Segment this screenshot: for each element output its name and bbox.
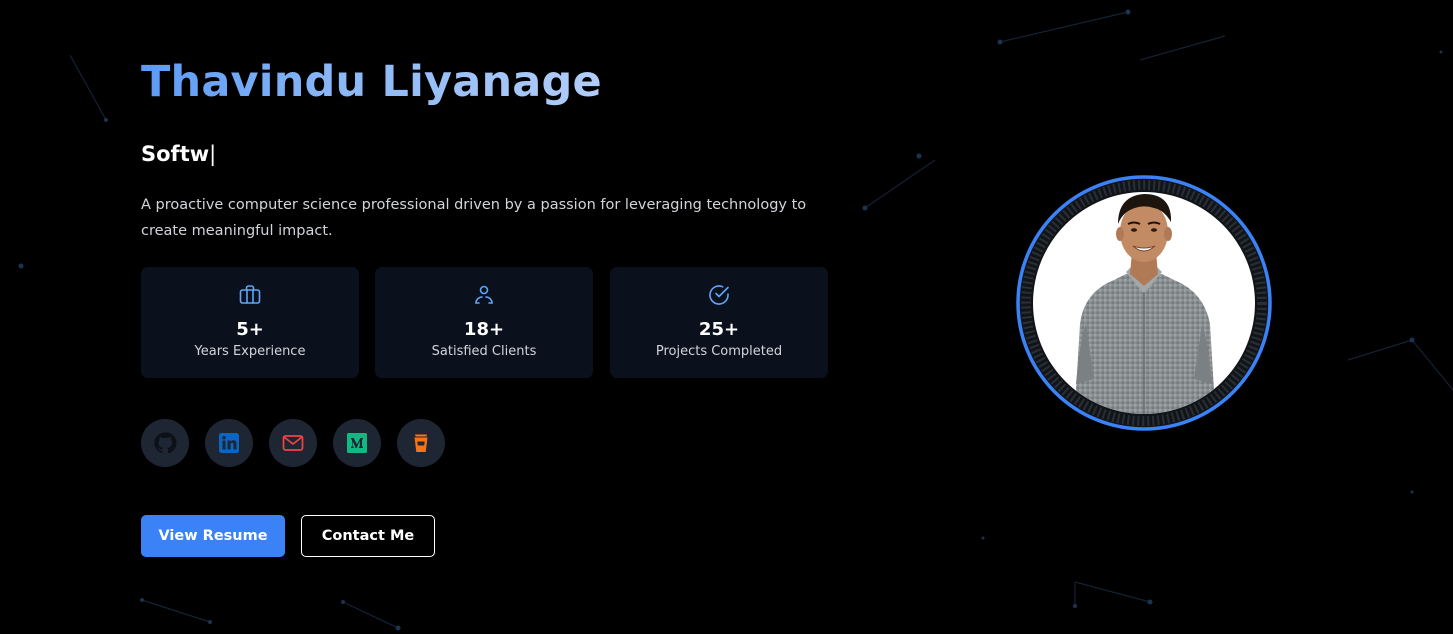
view-resume-button[interactable]: View Resume: [141, 515, 285, 557]
medium-icon: [347, 433, 367, 453]
stat-card-experience: 5+ Years Experience: [141, 267, 359, 378]
linkedin-link[interactable]: [205, 419, 253, 467]
email-link[interactable]: [269, 419, 317, 467]
coffee-icon: [414, 434, 428, 452]
check-circle-icon: [709, 285, 729, 305]
users-icon: [475, 285, 493, 304]
contact-me-button[interactable]: Contact Me: [301, 515, 435, 557]
typed-role-text: Softw|: [141, 140, 216, 168]
stat-card-clients: 18+ Satisfied Clients: [375, 267, 593, 378]
briefcase-icon: [239, 285, 261, 304]
hero-bio: A proactive computer science professiona…: [141, 197, 807, 239]
stat-value: 25+: [698, 319, 740, 340]
mail-icon: [282, 435, 304, 451]
stat-value: 18+: [463, 319, 505, 340]
linkedin-icon: [219, 433, 239, 453]
profile-photo: [1016, 175, 1272, 431]
stat-card-projects: 25+ Projects Completed: [610, 267, 828, 378]
stat-value: 5+: [236, 319, 264, 340]
stat-label: Satisfied Clients: [431, 344, 537, 359]
buymeacoffee-link[interactable]: [397, 419, 445, 467]
github-icon: [154, 432, 177, 454]
github-link[interactable]: [141, 419, 189, 467]
stat-label: Projects Completed: [655, 344, 783, 359]
hero-name: Thavindu Liyanage: [141, 52, 602, 112]
hero-section: Thavindu Liyanage Softw| A proactive com…: [0, 0, 1453, 634]
medium-link[interactable]: [333, 419, 381, 467]
typing-cursor: |: [209, 142, 217, 166]
typed-role-value: Softw: [141, 142, 210, 166]
stat-label: Years Experience: [194, 344, 306, 359]
